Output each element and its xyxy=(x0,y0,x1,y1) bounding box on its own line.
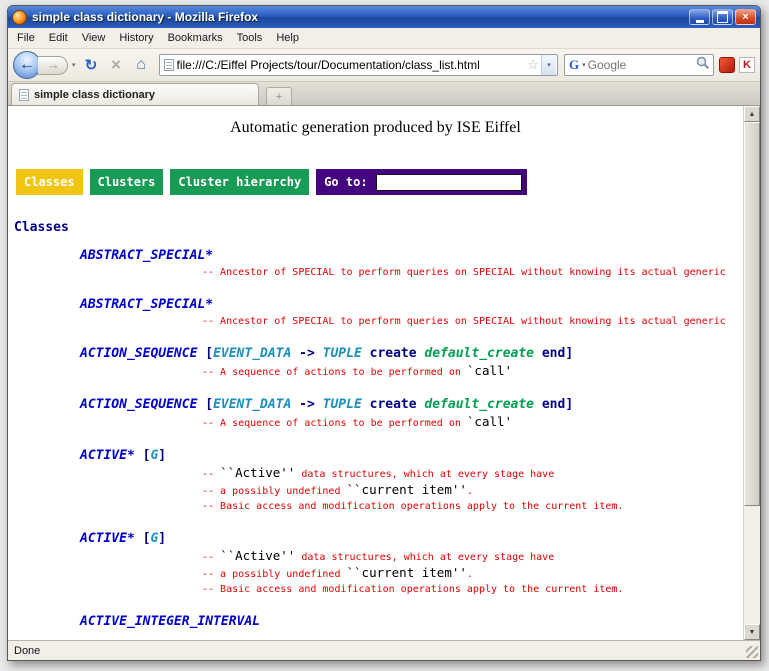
addon-icon-k[interactable]: K xyxy=(739,57,755,73)
menu-item-tools[interactable]: Tools xyxy=(230,29,270,47)
section-title-classes: Classes xyxy=(14,220,743,235)
class-entry-title[interactable]: ACTIVE_INTEGER_INTERVAL xyxy=(80,614,743,630)
class-entry: ACTION_SEQUENCE [EVENT_DATA -> TUPLE cre… xyxy=(80,346,743,380)
class-entry-comments: -- ``Active'' data structures, which at … xyxy=(202,465,743,514)
class-comment-line: -- Ancestor of SPECIAL to perform querie… xyxy=(202,314,743,329)
menu-item-view[interactable]: View xyxy=(75,29,113,47)
class-entry: ACTIVE* [G]-- ``Active'' data structures… xyxy=(80,448,743,514)
class-entry-title[interactable]: ABSTRACT_SPECIAL* xyxy=(80,248,743,264)
window-title: simple class dictionary - Mozilla Firefo… xyxy=(32,10,684,24)
close-button[interactable]: × xyxy=(735,9,756,25)
class-entry-title[interactable]: ACTION_SEQUENCE [EVENT_DATA -> TUPLE cre… xyxy=(80,397,743,413)
menu-bar: FileEditViewHistoryBookmarksToolsHelp xyxy=(8,28,760,49)
class-entry: ABSTRACT_SPECIAL*-- Ancestor of SPECIAL … xyxy=(80,248,743,280)
class-entry-title[interactable]: ACTIVE* [G] xyxy=(80,531,743,547)
page-button-classes[interactable]: Classes xyxy=(16,169,83,195)
back-button[interactable]: ← xyxy=(13,51,41,79)
class-comment-line: -- a possibly undefined ``current item''… xyxy=(202,482,743,499)
tab-label: simple class dictionary xyxy=(34,89,155,101)
search-engine-dropdown[interactable]: ▾ xyxy=(580,61,588,69)
scroll-down-button[interactable]: ▼ xyxy=(744,624,760,640)
class-comment-line: -- Basic access and modification operati… xyxy=(202,582,743,597)
document-area: Automatic generation produced by ISE Eif… xyxy=(8,106,743,640)
menu-item-history[interactable]: History xyxy=(112,29,160,47)
back-arrow-icon: ← xyxy=(19,57,35,73)
page-title: Automatic generation produced by ISE Eif… xyxy=(8,119,743,137)
class-entry-comments: -- Ancestor of SPECIAL to perform querie… xyxy=(202,265,743,280)
status-bar: Done xyxy=(8,640,760,660)
address-dropdown[interactable]: ▾ xyxy=(541,55,556,75)
minimize-button[interactable] xyxy=(689,9,710,25)
page-button-cluster-hierarchy[interactable]: Cluster hierarchy xyxy=(170,169,309,195)
class-entry-title[interactable]: ACTION_SEQUENCE [EVENT_DATA -> TUPLE cre… xyxy=(80,346,743,362)
page-content: Automatic generation produced by ISE Eif… xyxy=(8,106,760,640)
class-entry-title[interactable]: ACTIVE* [G] xyxy=(80,448,743,464)
browser-window: simple class dictionary - Mozilla Firefo… xyxy=(7,5,761,661)
search-magnifier-icon[interactable] xyxy=(696,56,710,75)
new-tab-button[interactable]: + xyxy=(266,87,292,105)
addon-icon-red[interactable] xyxy=(719,57,735,73)
class-list: ABSTRACT_SPECIAL*-- Ancestor of SPECIAL … xyxy=(8,248,743,630)
window-controls: × xyxy=(689,9,756,25)
tab-page-icon xyxy=(19,89,29,101)
status-text: Done xyxy=(14,645,40,657)
class-comment-line: -- A sequence of actions to be performed… xyxy=(202,414,743,431)
firefox-icon xyxy=(12,10,27,25)
refresh-button[interactable]: ↻ xyxy=(80,54,103,77)
class-entry-title[interactable]: ABSTRACT_SPECIAL* xyxy=(80,297,743,313)
scrollbar-thumb[interactable] xyxy=(744,122,760,506)
menu-item-file[interactable]: File xyxy=(10,29,42,47)
navigation-toolbar: ← → ▾ ↻ × ⌂ ☆ ▾ G ▾ K xyxy=(8,49,760,82)
title-bar[interactable]: simple class dictionary - Mozilla Firefo… xyxy=(8,6,760,28)
page-button-clusters[interactable]: Clusters xyxy=(90,169,164,195)
class-comment-line: -- Basic access and modification operati… xyxy=(202,499,743,514)
class-entry: ABSTRACT_SPECIAL*-- Ancestor of SPECIAL … xyxy=(80,297,743,329)
page-nav-buttons: Classes ClustersCluster hierarchy Go to: xyxy=(16,169,743,195)
forward-button[interactable]: → xyxy=(38,56,68,75)
class-entry: ACTIVE* [G]-- ``Active'' data structures… xyxy=(80,531,743,597)
menu-item-help[interactable]: Help xyxy=(269,29,306,47)
tab-simple-class-dictionary[interactable]: simple class dictionary xyxy=(11,83,259,105)
address-input[interactable] xyxy=(174,58,526,72)
class-entry: ACTION_SEQUENCE [EVENT_DATA -> TUPLE cre… xyxy=(80,397,743,431)
scroll-up-button[interactable]: ▲ xyxy=(744,106,760,122)
class-entry-comments: -- Ancestor of SPECIAL to perform querie… xyxy=(202,314,743,329)
history-dropdown[interactable]: ▾ xyxy=(70,61,78,69)
home-icon: ⌂ xyxy=(136,56,146,74)
class-entry: ACTIVE_INTEGER_INTERVAL xyxy=(80,614,743,630)
tab-bar: simple class dictionary + xyxy=(8,82,760,106)
resize-grip[interactable] xyxy=(746,646,758,658)
goto-label: Go to: xyxy=(324,175,367,189)
class-comment-line: -- a possibly undefined ``current item''… xyxy=(202,565,743,582)
address-bar[interactable]: ☆ ▾ xyxy=(159,54,558,76)
page-buttons-container: Classes ClustersCluster hierarchy xyxy=(16,169,309,195)
search-bar[interactable]: G ▾ xyxy=(564,54,714,76)
class-entry-comments: -- A sequence of actions to be performed… xyxy=(202,363,743,380)
page-icon xyxy=(164,59,174,71)
goto-input[interactable] xyxy=(376,174,522,191)
stop-button[interactable]: × xyxy=(105,54,128,77)
vertical-scrollbar[interactable]: ▲ ▼ xyxy=(743,106,760,640)
menu-item-edit[interactable]: Edit xyxy=(42,29,75,47)
stop-icon: × xyxy=(111,55,121,75)
menu-item-bookmarks[interactable]: Bookmarks xyxy=(161,29,230,47)
maximize-button[interactable] xyxy=(712,9,733,25)
home-button[interactable]: ⌂ xyxy=(130,54,153,77)
class-entry-comments: -- A sequence of actions to be performed… xyxy=(202,414,743,431)
class-comment-line: -- A sequence of actions to be performed… xyxy=(202,363,743,380)
google-icon: G xyxy=(568,57,580,73)
bookmark-star-icon[interactable]: ☆ xyxy=(525,57,541,73)
search-input[interactable] xyxy=(588,58,696,72)
refresh-icon: ↻ xyxy=(85,56,98,74)
class-entry-comments: -- ``Active'' data structures, which at … xyxy=(202,548,743,597)
class-comment-line: -- Ancestor of SPECIAL to perform querie… xyxy=(202,265,743,280)
class-comment-line: -- ``Active'' data structures, which at … xyxy=(202,465,743,482)
goto-box: Go to: xyxy=(316,169,526,195)
class-comment-line: -- ``Active'' data structures, which at … xyxy=(202,548,743,565)
